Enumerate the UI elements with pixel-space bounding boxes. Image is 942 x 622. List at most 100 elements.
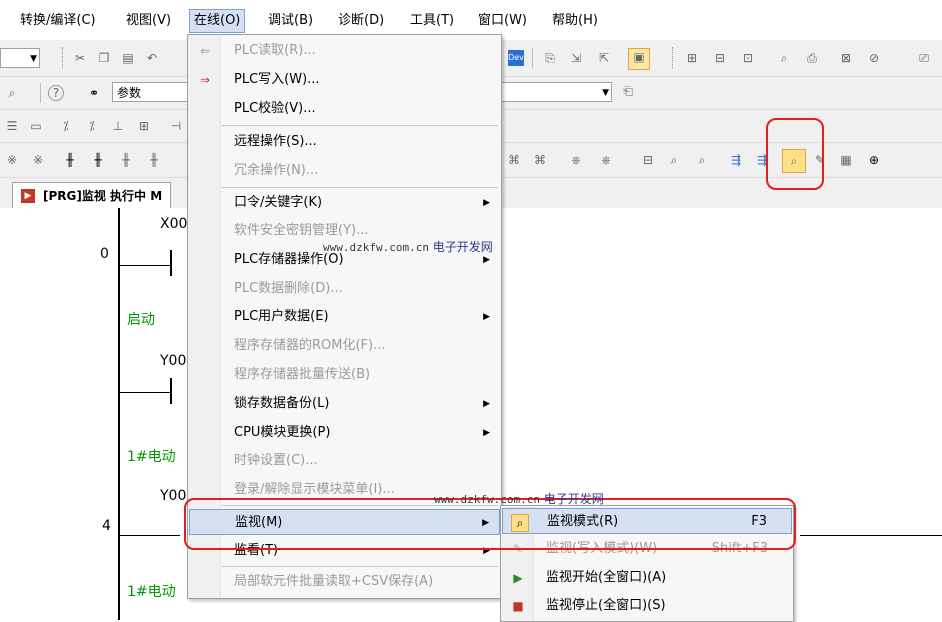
- menu-debug[interactable]: 调试(B): [264, 10, 317, 32]
- toolbar-icon-x[interactable]: ╫: [118, 152, 134, 168]
- device-comment-2: 1#电动: [127, 449, 176, 465]
- toolbar-icon-ac[interactable]: ⎈: [598, 152, 614, 168]
- submenu-arrow-icon: ▶: [483, 198, 490, 208]
- menu-item-cpu-replace[interactable]: CPU模块更换(P) ▶: [189, 420, 500, 446]
- toolbar-icon-n[interactable]: ▭: [28, 118, 44, 134]
- toolbar-icon-k[interactable]: ⊘: [866, 50, 882, 66]
- menu-help[interactable]: 帮助(H): [548, 10, 602, 32]
- tab-label: [PRG]监视 执行中 M: [43, 189, 163, 203]
- menu-online[interactable]: 在线(O): [189, 9, 246, 33]
- toolbar-icon-ag[interactable]: ⇶: [728, 152, 744, 168]
- toolbar-icon-z[interactable]: ⌘: [506, 152, 522, 168]
- menu-item-rom-program[interactable]: 程序存储器的ROM化(F)...: [189, 333, 500, 359]
- device-comment-1: 启动: [127, 312, 155, 328]
- toolbar-icon-v[interactable]: ╫: [62, 152, 78, 168]
- menu-separator: [222, 125, 498, 126]
- toolbar-combo-1[interactable]: ▼: [0, 48, 40, 68]
- menu-item-plc-data-delete[interactable]: PLC数据删除(D)...: [189, 276, 500, 302]
- annotation-box-toolbar: [766, 118, 824, 190]
- tab-program-monitor[interactable]: ▶ [PRG]监视 执行中 M: [12, 182, 172, 209]
- zoom-icon[interactable]: ⊕: [866, 152, 882, 168]
- toolbar-icon-h[interactable]: ⌕: [776, 50, 792, 66]
- menu-separator: [222, 187, 498, 188]
- toolbar-icon-c[interactable]: ⇱: [596, 50, 612, 66]
- undo-icon[interactable]: ↶: [144, 50, 160, 66]
- toolbar-icon-aj[interactable]: ▦: [838, 152, 854, 168]
- toolbar-icon-r[interactable]: ⊞: [136, 118, 152, 134]
- menu-view[interactable]: 视图(V): [122, 10, 175, 32]
- pc-read-icon: ⇐: [199, 44, 211, 58]
- toolbar-grip[interactable]: [62, 47, 67, 69]
- menu-item-plc-read[interactable]: ⇐ PLC读取(R)...: [189, 38, 500, 64]
- toolbar-icon-ae[interactable]: ⌕: [666, 152, 682, 168]
- toolbar-icon-d[interactable]: ▣: [628, 48, 650, 70]
- toolbar-icon-a[interactable]: ⎘: [542, 50, 558, 66]
- toolbar-icon-af[interactable]: ⌕: [694, 152, 710, 168]
- menu-item-latch-backup[interactable]: 锁存数据备份(L) ▶: [189, 391, 500, 417]
- param-search-icon[interactable]: ⌕: [4, 85, 20, 101]
- program-tab-icon: ▶: [21, 189, 35, 203]
- toolbar-icon-l[interactable]: ⎚: [916, 50, 932, 66]
- submenu-arrow-icon: ▶: [483, 312, 490, 322]
- menu-diagnose[interactable]: 诊断(D): [334, 10, 388, 32]
- menu-item-remote-operation[interactable]: 远程操作(S)...: [189, 129, 500, 155]
- toolbar-icon-y[interactable]: ╫: [146, 152, 162, 168]
- submenu-arrow-icon: ▶: [483, 399, 490, 409]
- submenu-item-monitor-stop-all[interactable]: ■ 监视停止(全窗口)(S): [502, 593, 792, 619]
- toolbar-icon-ad[interactable]: ⊟: [640, 152, 656, 168]
- binoculars-icon[interactable]: ⚭: [86, 85, 102, 101]
- step-number-4: 4: [102, 518, 111, 534]
- rung-wire-2: [120, 392, 170, 393]
- toolbar-icon-aa[interactable]: ⌘: [532, 152, 548, 168]
- rung-wire-3: [120, 535, 180, 536]
- menu-item-batch-transfer[interactable]: 程序存储器批量传送(B): [189, 362, 500, 388]
- menu-tools[interactable]: 工具(T): [406, 10, 458, 32]
- toolbar-icon-w[interactable]: ╫: [90, 152, 106, 168]
- toolbar-icon-g[interactable]: ⊡: [740, 50, 756, 66]
- toolbar-icon-b[interactable]: ⇲: [568, 50, 584, 66]
- toolbar-icon-t[interactable]: ※: [4, 152, 20, 168]
- toolbar-icon-f[interactable]: ⊟: [712, 50, 728, 66]
- rung-wire-1: [120, 265, 170, 266]
- monitor-stop-icon: ■: [512, 599, 524, 613]
- contact-label-1: X00: [160, 216, 188, 232]
- coil-label-1: Y00: [160, 353, 187, 369]
- toolbar-icon-p[interactable]: ⁒: [84, 118, 100, 134]
- menu-item-password-keyword[interactable]: 口令/关键字(K) ▶: [189, 190, 500, 216]
- toolbar-icon-m[interactable]: ☰: [4, 118, 20, 134]
- watermark-1: www.dzkfw.com.cn 电子开发网: [323, 240, 493, 254]
- watermark-2: www.dzkfw.com.cn 电子开发网: [434, 492, 604, 506]
- rung-wire-4: [800, 535, 942, 536]
- contact-symbol-1[interactable]: [170, 250, 172, 276]
- toolbar-separator: [532, 48, 533, 68]
- toolbar-icon-ab[interactable]: ⎈: [568, 152, 584, 168]
- paste-icon[interactable]: ▤: [120, 50, 136, 66]
- left-power-rail: [118, 208, 120, 620]
- toolbar-grip-2[interactable]: [672, 47, 677, 69]
- menu-item-plc-verify[interactable]: PLC校验(V)...: [189, 96, 500, 122]
- menu-item-plc-user-data[interactable]: PLC用户数据(E) ▶: [189, 304, 500, 330]
- contact-symbol-2[interactable]: [170, 378, 172, 404]
- toolbar-icon-o[interactable]: ⁒: [58, 118, 74, 134]
- submenu-item-monitor-start-all[interactable]: ▶ 监视开始(全窗口)(A): [502, 565, 792, 591]
- menu-window[interactable]: 窗口(W): [474, 10, 531, 32]
- monitor-start-icon: ▶: [513, 571, 523, 585]
- toolbar-icon-q[interactable]: ⊥: [110, 118, 126, 134]
- dev-icon[interactable]: Dev: [508, 50, 524, 66]
- menu-item-redundant-operation[interactable]: 冗余操作(N)...: [189, 158, 500, 184]
- menu-convert[interactable]: 转换/编译(C): [16, 10, 100, 32]
- page-icon[interactable]: ⎗: [620, 83, 636, 99]
- menu-item-plc-write[interactable]: ⇒ PLC写入(W)...: [189, 67, 500, 93]
- toolbar-icon-i[interactable]: ⎙: [804, 50, 820, 66]
- contact-label-2: Y00: [160, 488, 187, 504]
- toolbar-icon-e[interactable]: ⊞: [684, 50, 700, 66]
- help-icon[interactable]: ?: [48, 85, 64, 101]
- toolbar-icon-j[interactable]: ⊠: [838, 50, 854, 66]
- toolbar-icon-s[interactable]: ⊣: [168, 118, 184, 134]
- pc-write-icon: ⇒: [199, 73, 211, 87]
- copy-icon[interactable]: ❐: [96, 50, 112, 66]
- toolbar-icon-u[interactable]: ※: [30, 152, 46, 168]
- menu-item-clock-setting[interactable]: 时钟设置(C)...: [189, 448, 500, 474]
- cut-icon[interactable]: ✂: [72, 50, 88, 66]
- menu-item-batch-read-csv[interactable]: 局部软元件批量读取+CSV保存(A): [189, 569, 500, 595]
